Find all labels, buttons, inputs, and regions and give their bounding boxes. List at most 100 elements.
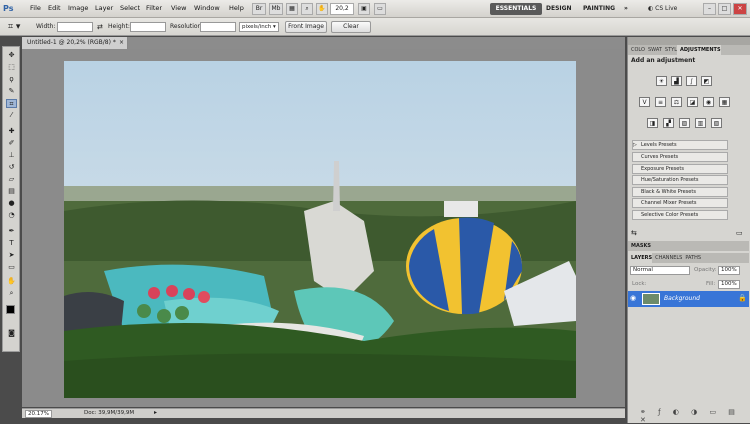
quick-mask-icon[interactable]: ◙ xyxy=(6,329,17,338)
layer-row-background[interactable]: ◉ Background 🔒 xyxy=(628,291,749,307)
tab-channels[interactable]: CHANNELS xyxy=(652,253,682,263)
minibridge-button[interactable]: Mb xyxy=(269,3,283,15)
clip-icon[interactable]: ⇆ xyxy=(631,229,637,237)
preset-channel-mixer[interactable]: Channel Mixer Presets xyxy=(632,198,728,208)
clone-stamp-tool-icon[interactable]: ⊥ xyxy=(6,151,17,160)
blur-tool-icon[interactable]: ● xyxy=(6,199,17,208)
layer-name[interactable]: Background xyxy=(664,295,700,302)
workspace-painting[interactable]: PAINTING xyxy=(583,3,615,15)
invert-icon[interactable]: ◨ xyxy=(647,118,658,128)
exposure-icon[interactable]: ◩ xyxy=(701,76,712,86)
document-tab[interactable]: Untitled-1 @ 20,2% (RGB/8) * × xyxy=(22,37,128,49)
zoom-tool-button[interactable]: ⌕ xyxy=(301,3,313,15)
preset-exposure[interactable]: Exposure Presets xyxy=(632,164,728,174)
foreground-color-swatch[interactable] xyxy=(6,305,15,314)
arrange-button[interactable]: ▣ xyxy=(358,3,370,15)
posterize-icon[interactable]: ▞ xyxy=(663,118,674,128)
tab-layers[interactable]: LAYERS xyxy=(628,253,653,263)
menu-filter[interactable]: Filter xyxy=(146,4,162,12)
dodge-tool-icon[interactable]: ◔ xyxy=(6,211,17,220)
lasso-tool-icon[interactable]: ϙ xyxy=(6,75,17,84)
type-tool-icon[interactable]: T xyxy=(6,239,17,248)
menu-edit[interactable]: Edit xyxy=(48,4,61,12)
hue-saturation-icon[interactable]: ≡ xyxy=(655,97,666,107)
pen-tool-icon[interactable]: ✒ xyxy=(6,227,17,236)
vibrance-icon[interactable]: V xyxy=(639,97,650,107)
blend-mode-select[interactable]: Normal xyxy=(630,266,690,275)
menu-select[interactable]: Select xyxy=(120,4,140,12)
levels-icon[interactable]: ▟ xyxy=(671,76,682,86)
zoom-readout[interactable]: 20.17% xyxy=(25,410,52,418)
tab-adjustments[interactable]: ADJUSTMENTS xyxy=(677,45,721,55)
hand-tool-button[interactable]: ✋ xyxy=(316,3,328,15)
selective-color-icon[interactable]: ▧ xyxy=(711,118,722,128)
brightness-contrast-icon[interactable]: ☀ xyxy=(656,76,667,86)
threshold-icon[interactable]: ▨ xyxy=(679,118,690,128)
resolution-field[interactable] xyxy=(200,22,236,32)
preset-levels[interactable]: Levels Presets xyxy=(632,140,728,150)
healing-brush-tool-icon[interactable]: ✚ xyxy=(6,127,17,136)
eyedropper-tool-icon[interactable]: ⁄ xyxy=(6,111,17,120)
opacity-field[interactable]: 100% xyxy=(718,266,740,275)
cs-live-button[interactable]: ◐ CS Live xyxy=(648,3,677,15)
marquee-tool-icon[interactable]: ⬚ xyxy=(6,63,17,72)
tab-color[interactable]: COLO xyxy=(628,45,645,55)
eraser-tool-icon[interactable]: ▱ xyxy=(6,175,17,184)
height-field[interactable] xyxy=(130,22,166,32)
history-brush-tool-icon[interactable]: ↺ xyxy=(6,163,17,172)
shape-tool-icon[interactable]: ▭ xyxy=(6,263,17,272)
crop-tool-icon[interactable]: ⌗ ▾ xyxy=(8,21,30,33)
bridge-button[interactable]: Br xyxy=(252,3,266,15)
channel-mixer-icon[interactable]: ▦ xyxy=(719,97,730,107)
guides-button[interactable]: ▦ xyxy=(286,3,298,15)
color-balance-icon[interactable]: ⚖ xyxy=(671,97,682,107)
quick-selection-tool-icon[interactable]: ✎ xyxy=(6,87,17,96)
tab-masks[interactable]: MASKS xyxy=(628,241,749,251)
fill-field[interactable]: 100% xyxy=(718,280,740,289)
brush-tool-icon[interactable]: ✐ xyxy=(6,139,17,148)
maximize-button[interactable]: □ xyxy=(718,3,731,15)
menu-image[interactable]: Image xyxy=(68,4,88,12)
screen-mode-button[interactable]: ▭ xyxy=(374,3,386,15)
clear-button[interactable]: Clear xyxy=(331,21,371,33)
tab-swatches[interactable]: SWAT xyxy=(645,45,662,55)
gradient-tool-icon[interactable]: ▤ xyxy=(6,187,17,196)
menu-file[interactable]: File xyxy=(30,4,41,12)
menu-view[interactable]: View xyxy=(171,4,186,12)
resolution-unit-select[interactable]: pixels/inch ▾ xyxy=(239,22,279,32)
tab-styles[interactable]: STYL xyxy=(662,45,677,55)
zoom-tool-icon[interactable]: ⌕ xyxy=(6,289,17,298)
more-workspaces-icon[interactable]: » xyxy=(624,3,628,15)
layers-footer-icons[interactable]: ⚭ ƒ ◐ ◑ ▭ ▤ ✕ xyxy=(628,408,749,424)
tab-paths[interactable]: PATHS xyxy=(682,253,701,263)
hand-tool-icon[interactable]: ✋ xyxy=(6,277,17,286)
move-tool-icon[interactable]: ✥ xyxy=(6,51,17,60)
front-image-button[interactable]: Front Image xyxy=(285,21,327,33)
preset-hue-saturation[interactable]: Hue/Saturation Presets xyxy=(632,175,728,185)
blend-mode-value: Normal xyxy=(633,267,653,273)
path-selection-tool-icon[interactable]: ➤ xyxy=(6,251,17,260)
menu-help[interactable]: Help xyxy=(229,4,244,12)
panel-view-icon[interactable]: ▭ xyxy=(736,229,743,237)
minimize-button[interactable]: – xyxy=(703,3,716,15)
workspace-design[interactable]: DESIGN xyxy=(546,3,572,15)
close-tab-icon[interactable]: × xyxy=(119,37,124,49)
preset-selective-color[interactable]: Selective Color Presets xyxy=(632,210,728,220)
crop-tool-icon[interactable]: ⌗ xyxy=(6,99,17,108)
gradient-map-icon[interactable]: ▥ xyxy=(695,118,706,128)
swap-icon[interactable]: ⇄ xyxy=(97,23,103,31)
close-button[interactable]: ✕ xyxy=(733,3,747,15)
curves-icon[interactable]: ∫ xyxy=(686,76,697,86)
width-field[interactable] xyxy=(57,22,93,32)
visibility-eye-icon[interactable]: ◉ xyxy=(630,294,636,302)
menu-window[interactable]: Window xyxy=(194,4,220,12)
canvas-photo[interactable] xyxy=(64,61,576,398)
zoom-level[interactable]: 20,2 xyxy=(330,3,354,15)
black-white-icon[interactable]: ◪ xyxy=(687,97,698,107)
preset-black-white[interactable]: Black & White Presets xyxy=(632,187,728,197)
menu-layer[interactable]: Layer xyxy=(95,4,113,12)
preset-curves[interactable]: Curves Presets xyxy=(632,152,728,162)
photo-filter-icon[interactable]: ◉ xyxy=(703,97,714,107)
workspace-essentials[interactable]: ESSENTIALS xyxy=(490,3,542,15)
status-menu-icon[interactable]: ▸ xyxy=(154,409,157,416)
